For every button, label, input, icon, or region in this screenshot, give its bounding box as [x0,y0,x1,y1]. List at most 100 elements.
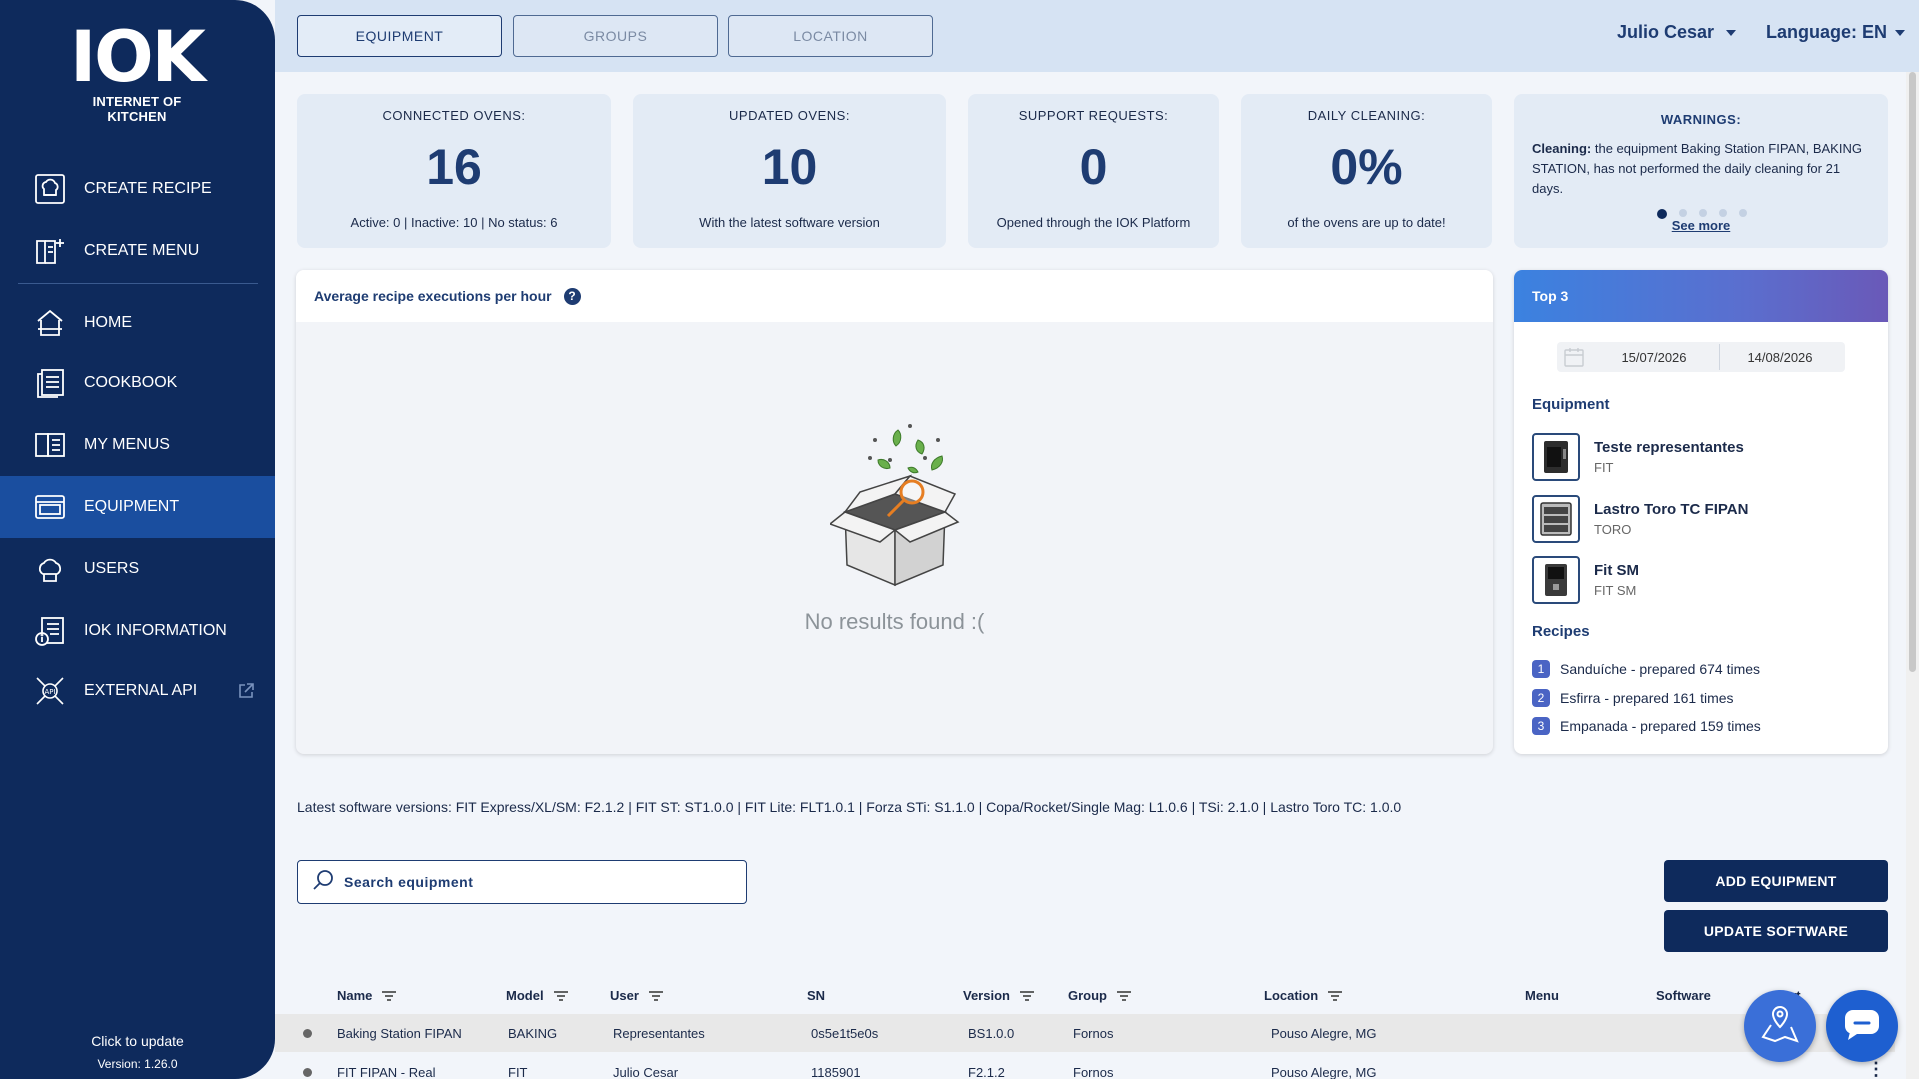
add-equipment-button[interactable]: ADD EQUIPMENT [1664,860,1888,902]
rank-badge: 1 [1532,660,1550,678]
equipment-section-title: Equipment [1532,396,1610,413]
chat-fab-button[interactable] [1826,990,1898,1062]
cell-version: BS1.0.0 [968,1026,1015,1041]
column-header-name[interactable]: Name [337,988,397,1003]
tab-groups[interactable]: GROUPS [513,15,718,57]
oven-icon [34,491,66,523]
tab-location[interactable]: LOCATION [728,15,933,57]
table-header: Name Model User SN Version Group Locatio… [275,980,1895,1010]
date-range-picker[interactable]: 15/07/2026 14/08/2026 [1557,342,1845,372]
search-icon [312,869,334,896]
column-header-model[interactable]: Model [506,988,568,1003]
user-dropdown[interactable]: Julio Cesar [1617,22,1737,43]
sidebar-item-label: USERS [84,560,140,577]
sidebar-item-iok-information[interactable]: IOK INFORMATION [0,600,275,662]
language-dropdown[interactable]: Language: EN [1766,22,1906,43]
top-equipment-item[interactable]: Lastro Toro TC FIPAN TORO [1532,495,1872,543]
tab-equipment[interactable]: EQUIPMENT [297,15,502,57]
equipment-name: Teste representantes [1594,439,1744,456]
top-equipment-item[interactable]: Fit SM FIT SM [1532,556,1872,604]
warnings-title: WARNINGS: [1660,112,1742,127]
sidebar-item-label: HOME [84,314,132,331]
logo[interactable]: IOK INTERNET OF KITCHEN [62,22,212,124]
see-more-link[interactable]: See more [1514,218,1888,233]
stat-card-updated-ovens: UPDATED OVENS: 10 With the latest softwa… [633,94,946,248]
oven-icon [1532,495,1580,543]
scrollbar[interactable] [1906,72,1919,1079]
search-input[interactable] [344,874,724,890]
top-recipe-item: 2 Esfirra - prepared 161 times [1532,689,1734,707]
stat-subtitle: With the latest software version [699,215,880,230]
filter-icon[interactable] [1019,990,1034,1001]
home-icon [34,307,66,339]
update-software-button[interactable]: UPDATE SOFTWARE [1664,910,1888,952]
equipment-model: FIT SM [1594,583,1637,598]
sidebar-item-equipment[interactable]: EQUIPMENT [0,476,275,538]
filter-icon[interactable] [382,990,397,1001]
api-icon: API [34,675,66,707]
stat-value: 16 [426,139,482,195]
table-row[interactable]: Baking Station FIPAN BAKING Representant… [275,1014,1895,1052]
svg-text:API: API [44,688,55,696]
sidebar-item-label: EXTERNAL API [84,682,198,699]
sidebar-item-cookbook[interactable]: COOKBOOK [0,352,275,414]
equipment-name: Fit SM [1594,562,1639,579]
sidebar-item-home[interactable]: HOME [0,292,275,354]
warnings-card: WARNINGS: Cleaning: the equipment Baking… [1514,94,1888,248]
sidebar-item-users[interactable]: USERS [0,538,275,600]
more-options-icon[interactable]: ⋮ [1867,1059,1885,1079]
help-icon[interactable]: ? [563,287,581,305]
column-header-location[interactable]: Location [1264,988,1343,1003]
carousel-dot[interactable] [1719,209,1727,217]
stat-title: SUPPORT REQUESTS: [1018,108,1169,123]
column-header-version[interactable]: Version [963,988,1034,1003]
stat-value: 0% [1330,139,1403,195]
version-label: Version: 1.26.0 [97,1057,178,1071]
filter-icon[interactable] [553,990,568,1001]
top-recipe-item: 1 Sanduíche - prepared 674 times [1532,660,1760,678]
column-header-user[interactable]: User [610,988,663,1003]
carousel-dot[interactable] [1699,209,1707,217]
cookbook-icon [34,367,66,399]
stat-title: UPDATED OVENS: [729,108,850,123]
map-fab-button[interactable] [1744,990,1816,1062]
filter-icon[interactable] [648,990,663,1001]
top3-title: Top 3 [1514,270,1888,322]
carousel-dot[interactable] [1679,209,1687,217]
equipment-model: FIT [1594,460,1614,475]
update-version-box[interactable]: Click to update Version: 1.26.0 [0,1033,275,1071]
filter-icon[interactable] [1117,990,1131,1001]
sidebar-item-create-recipe[interactable]: CREATE RECIPE [0,158,275,220]
column-header-group[interactable]: Group [1068,988,1131,1003]
cell-location: Pouso Alegre, MG [1271,1065,1377,1079]
users-icon [34,553,66,585]
filter-icon[interactable] [1328,990,1343,1001]
warning-label: Cleaning: [1532,141,1592,156]
date-from[interactable]: 15/07/2026 [1589,350,1719,365]
sidebar-item-label: EQUIPMENT [84,498,180,515]
recipe-text: Empanada - prepared 159 times [1560,718,1761,734]
stat-value: 0 [1079,139,1108,195]
stat-subtitle: Opened through the IOK Platform [996,215,1191,230]
carousel-dot[interactable] [1739,209,1747,217]
logo-mark: IOK [70,16,206,98]
sidebar-item-external-api[interactable]: API EXTERNAL API [0,660,275,722]
open-book-icon [34,429,66,461]
info-doc-icon [34,615,66,647]
column-header-software: Software [1656,988,1711,1003]
status-dot [303,1068,312,1077]
search-box[interactable] [297,860,747,904]
update-label[interactable]: Click to update [0,1033,275,1049]
table-row[interactable]: FIT FIPAN - Real FIT Julio Cesar 1185901… [275,1053,1895,1079]
top-equipment-item[interactable]: Teste representantes FIT [1532,433,1872,481]
column-header-sn: SN [807,988,826,1003]
scrollbar-thumb[interactable] [1909,72,1916,672]
sidebar-item-create-menu[interactable]: CREATE MENU [0,220,275,282]
sidebar-divider [18,283,258,284]
sidebar-item-my-menus[interactable]: MY MENUS [0,414,275,476]
sidebar-item-label: CREATE MENU [84,242,200,259]
top-bar: EQUIPMENT GROUPS LOCATION Julio Cesar La… [275,0,1919,72]
cell-version: F2.1.2 [968,1065,1005,1079]
date-to[interactable]: 14/08/2026 [1720,350,1840,365]
calendar-icon[interactable] [1563,346,1589,368]
